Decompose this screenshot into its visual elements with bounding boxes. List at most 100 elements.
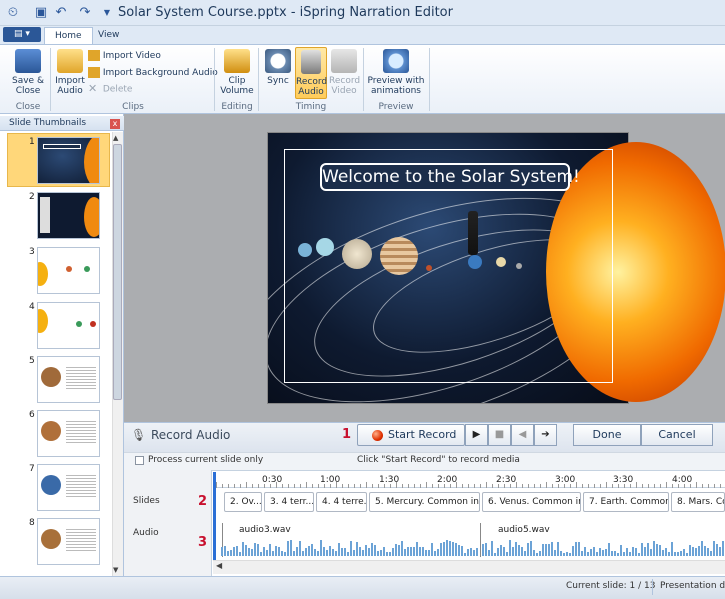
ruler-tickmark (612, 484, 613, 488)
waveform-bar (425, 550, 427, 556)
waveform-bar (293, 551, 295, 556)
waveform-bar (221, 547, 223, 556)
next-icon[interactable]: ➔ (534, 424, 557, 446)
record-video-button[interactable]: Record Video (329, 49, 361, 96)
tab-home[interactable]: Home (44, 27, 93, 44)
ruler-tickmark (672, 484, 673, 488)
ruler-tickmark (570, 484, 571, 488)
app-icon[interactable]: ⏲ (4, 4, 22, 22)
ruler-tickmark (618, 484, 619, 488)
slide-segment[interactable]: 3. 4 terr... (264, 492, 314, 512)
waveform-bar (263, 547, 265, 556)
waveform-bar (266, 550, 268, 556)
scroll-down-icon[interactable]: ▼ (113, 566, 118, 574)
thumbnail-slide-5[interactable] (37, 356, 100, 403)
preview-with-animations-button[interactable]: Preview with animations (367, 49, 425, 96)
close-icon[interactable]: x (110, 119, 120, 129)
waveform-bar (407, 547, 409, 556)
import-background-audio-button[interactable]: Import Background Audio (88, 67, 218, 78)
waveform-bar (677, 552, 679, 556)
waveform-bar (344, 548, 346, 556)
waveform-bar (377, 551, 379, 556)
ruler-tickmark (426, 482, 427, 488)
waveform-bar (548, 544, 550, 556)
customize-quick-access-icon[interactable]: ▼ (98, 4, 116, 22)
ruler-tickmark (300, 484, 301, 488)
application-menu-button[interactable]: ▤ ▾ (3, 27, 41, 42)
waveform-bar (536, 553, 538, 556)
thumbnail-slide-4[interactable] (37, 302, 100, 349)
previous-icon[interactable]: ◀ (511, 424, 534, 446)
thumbnail-slide-6[interactable] (37, 410, 100, 457)
save-close-button[interactable]: Save & Close (8, 49, 48, 96)
scroll-up-icon[interactable]: ▲ (113, 134, 118, 142)
ruler-tickmark (654, 484, 655, 488)
done-button[interactable]: Done (573, 424, 641, 446)
undo-icon[interactable]: ↶ (52, 4, 70, 22)
audio-track-label: Audio (133, 528, 159, 538)
waveform-bar (488, 550, 490, 556)
clip-volume-button[interactable]: Clip Volume (219, 49, 255, 96)
ruler-tickmark (558, 484, 559, 488)
redo-icon[interactable]: ↷ (76, 4, 94, 22)
waveform-bar (299, 541, 301, 556)
slide-segment[interactable]: 8. Mars. Comm (671, 492, 725, 512)
playhead[interactable] (213, 472, 216, 560)
clip-volume-label: Clip Volume (220, 76, 254, 96)
ruler-tickmark (624, 484, 625, 488)
ruler-tickmark (714, 484, 715, 488)
waveform-bar (542, 544, 544, 556)
thumbnail-scrollbar-thumb[interactable] (113, 144, 122, 400)
waveform-bar (587, 552, 589, 556)
waveform-bar (329, 546, 331, 556)
slide-segment[interactable]: 5. Mercury. Common info... (369, 492, 480, 512)
save-close-label: Save & Close (12, 76, 44, 96)
ruler-tickmark (498, 484, 499, 488)
play-icon[interactable]: ▶ (465, 424, 488, 446)
waveform-bar (665, 548, 667, 556)
waveform-bar (452, 542, 454, 556)
ruler-tickmark (678, 484, 679, 488)
ruler-tick: 2:30 (496, 475, 517, 485)
stopwatch-icon (265, 49, 291, 73)
waveform-bar (284, 552, 286, 556)
thumbnail-slide-1[interactable] (37, 137, 100, 184)
ruler-tickmark (252, 484, 253, 488)
slide-segment[interactable]: 2. Ov... (224, 492, 262, 512)
speaker-icon (224, 49, 250, 73)
delete-button[interactable]: ✕ Delete (88, 83, 132, 95)
waveform-bar (290, 540, 292, 556)
record-video-label: Record Video (329, 76, 361, 96)
thumbnail-slide-3[interactable] (37, 247, 100, 294)
ruler-tickmark (456, 482, 457, 488)
thumbnail-slide-7[interactable] (37, 464, 100, 511)
audio-clip-label[interactable]: audio3.wav (239, 525, 291, 535)
import-video-button[interactable]: Import Video (88, 50, 161, 61)
sync-label: Sync (267, 76, 289, 86)
ruler-tickmark (546, 482, 547, 488)
process-current-slide-checkbox[interactable] (135, 456, 144, 465)
slide-segment[interactable]: 7. Earth. Common ... (583, 492, 669, 512)
import-audio-button[interactable]: Import Audio (54, 49, 86, 96)
stop-icon[interactable]: ■ (488, 424, 511, 446)
record-audio-button[interactable]: Record Audio (295, 47, 327, 99)
slide-segment[interactable]: 6. Venus. Common in... (482, 492, 581, 512)
ruler-tickmark (384, 484, 385, 488)
slide-segment[interactable]: 4. 4 terre... (316, 492, 367, 512)
cancel-button[interactable]: Cancel (641, 424, 713, 446)
thumbnail-slide-2[interactable] (37, 192, 100, 239)
sync-button[interactable]: Sync (263, 49, 293, 86)
save-icon[interactable]: ▣ (32, 4, 50, 22)
thumbnail-number: 3 (29, 247, 35, 257)
ruler-tickmark (504, 484, 505, 488)
thumbnail-slide-8[interactable] (37, 518, 100, 565)
timeline-scrollbar[interactable] (213, 560, 725, 574)
waveform-bar (245, 545, 247, 556)
audio-clip-label[interactable]: audio5.wav (498, 525, 550, 535)
scroll-left-icon[interactable]: ◀ (216, 561, 222, 570)
waveform-bar (275, 546, 277, 556)
waveform-bar (638, 553, 640, 556)
waveform-bar (617, 553, 619, 556)
tab-view[interactable]: View (88, 27, 129, 44)
waveform-bar (473, 550, 475, 556)
